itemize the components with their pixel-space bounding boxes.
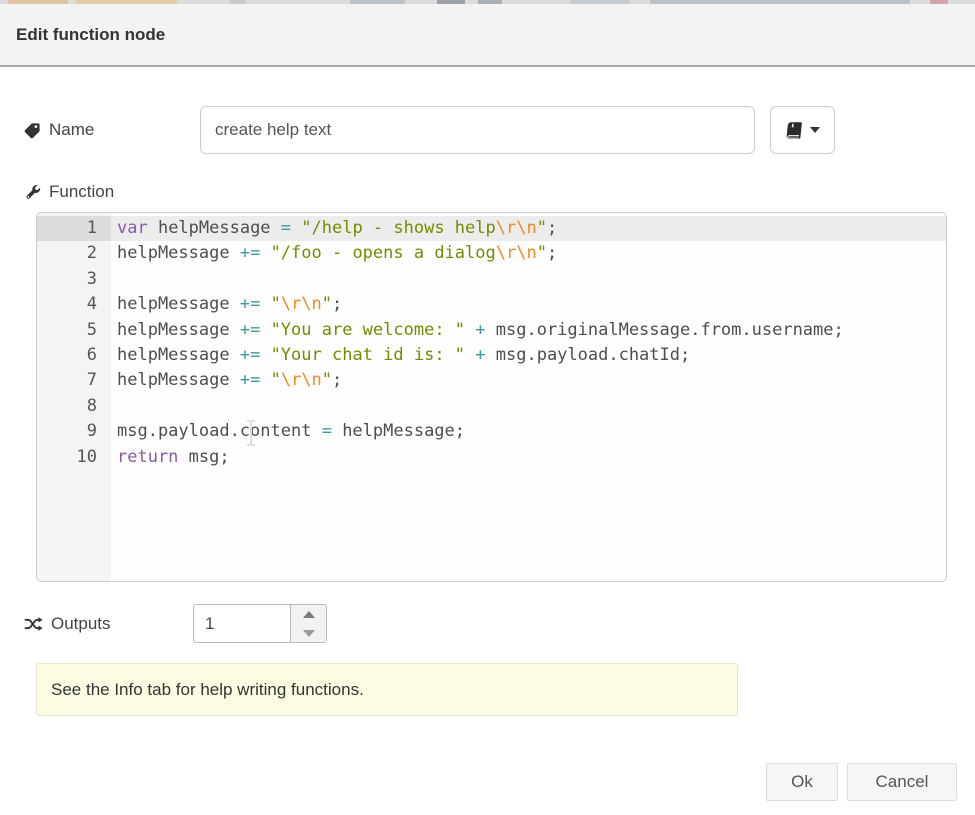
code-token: \r\n <box>281 294 322 314</box>
code-line[interactable] <box>111 267 946 292</box>
spinner-up-button[interactable] <box>291 605 326 623</box>
code-token <box>260 294 270 314</box>
code-token: helpMessage <box>117 345 240 365</box>
dialog-title: Edit function node <box>16 4 165 65</box>
editor-code-area[interactable]: var helpMessage = "/help - shows help\r\… <box>111 213 946 581</box>
outputs-spinner <box>193 604 327 643</box>
name-label-text: Name <box>49 120 94 140</box>
code-token: "/foo - opens a dialog <box>271 243 496 263</box>
info-tip: See the Info tab for help writing functi… <box>36 663 738 716</box>
code-token <box>465 345 475 365</box>
spinner-buttons <box>290 605 326 642</box>
code-token: "You are welcome: " <box>271 320 465 340</box>
code-token: ; <box>547 243 557 263</box>
code-token <box>260 243 270 263</box>
code-token: = <box>281 218 291 238</box>
code-token: ; <box>547 218 557 238</box>
library-button[interactable] <box>770 106 835 154</box>
code-token: += <box>240 370 260 390</box>
code-token: msg.payload.chatId; <box>486 345 691 365</box>
gutter-line-number: 3 <box>37 267 111 292</box>
code-token: \r\n <box>281 370 322 390</box>
code-token: helpMessage <box>117 243 240 263</box>
gutter-line-number: 10 <box>37 445 111 470</box>
code-token <box>260 345 270 365</box>
code-token: += <box>240 294 260 314</box>
edit-function-dialog: Edit function node Name Function 1234567… <box>0 0 975 815</box>
outputs-label: Outputs <box>24 612 111 636</box>
gutter-line-number: 4 <box>37 292 111 317</box>
code-line[interactable]: return msg; <box>111 445 946 470</box>
code-line[interactable]: msg.payload.content = helpMessage; <box>111 419 946 444</box>
code-token: helpMessage <box>148 218 281 238</box>
code-token: helpMessage <box>117 370 240 390</box>
dialog-header: Edit function node <box>0 4 975 67</box>
code-token: ; <box>332 294 342 314</box>
code-token: "Your chat id is: " <box>271 345 465 365</box>
code-token <box>260 370 270 390</box>
outputs-input[interactable] <box>194 605 290 642</box>
code-line[interactable]: var helpMessage = "/help - shows help\r\… <box>111 216 946 241</box>
code-token: return <box>117 447 178 467</box>
triangle-up-icon <box>303 611 315 618</box>
wrench-icon <box>24 184 41 201</box>
function-label-text: Function <box>49 182 114 202</box>
code-token: += <box>240 320 260 340</box>
code-token: " <box>537 218 547 238</box>
triangle-down-icon <box>303 630 315 637</box>
code-token: msg.originalMessage.from.username; <box>486 320 844 340</box>
gutter-line-number: 2 <box>37 241 111 266</box>
code-token <box>291 218 301 238</box>
code-token: msg.payload.content <box>117 421 322 441</box>
code-token: \r\n <box>496 218 537 238</box>
code-token: helpMessage; <box>332 421 465 441</box>
code-line[interactable]: helpMessage += "Your chat id is: " + msg… <box>111 343 946 368</box>
code-token: = <box>322 421 332 441</box>
code-token: ; <box>332 370 342 390</box>
gutter-line-number: 7 <box>37 368 111 393</box>
code-token: \r\n <box>496 243 537 263</box>
gutter-line-number: 1 <box>37 216 111 241</box>
code-token: + <box>475 345 485 365</box>
function-label: Function <box>24 180 114 204</box>
code-line[interactable]: helpMessage += "\r\n"; <box>111 368 946 393</box>
gutter-line-number: 6 <box>37 343 111 368</box>
code-token <box>465 320 475 340</box>
code-token: " <box>322 294 332 314</box>
gutter-line-number: 8 <box>37 394 111 419</box>
code-line[interactable]: helpMessage += "You are welcome: " + msg… <box>111 318 946 343</box>
code-line[interactable]: helpMessage += "\r\n"; <box>111 292 946 317</box>
code-line[interactable] <box>111 394 946 419</box>
gutter-line-number: 5 <box>37 318 111 343</box>
code-token: " <box>537 243 547 263</box>
code-token: " <box>271 370 281 390</box>
tag-icon <box>24 122 41 139</box>
code-token: += <box>240 243 260 263</box>
code-token: += <box>240 345 260 365</box>
editor-gutter: 12345678910 <box>37 213 111 581</box>
book-icon <box>784 121 804 140</box>
code-token: " <box>322 370 332 390</box>
function-code-editor[interactable]: 12345678910 var helpMessage = "/help - s… <box>36 212 947 582</box>
ok-button[interactable]: Ok <box>766 763 838 801</box>
gutter-line-number: 9 <box>37 419 111 444</box>
code-token: msg; <box>178 447 229 467</box>
code-line[interactable]: helpMessage += "/foo - opens a dialog\r\… <box>111 241 946 266</box>
code-token: " <box>271 294 281 314</box>
chevron-down-icon <box>810 127 820 133</box>
code-token: "/help - shows help <box>301 218 495 238</box>
outputs-label-text: Outputs <box>51 614 111 634</box>
code-token: var <box>117 218 148 238</box>
code-token: helpMessage <box>117 294 240 314</box>
cancel-button[interactable]: Cancel <box>847 763 957 801</box>
code-token <box>260 320 270 340</box>
shuffle-icon <box>24 616 43 632</box>
name-input[interactable] <box>200 106 755 154</box>
spinner-down-button[interactable] <box>291 624 326 642</box>
code-token: + <box>475 320 485 340</box>
code-token: helpMessage <box>117 320 240 340</box>
name-label: Name <box>24 118 94 142</box>
